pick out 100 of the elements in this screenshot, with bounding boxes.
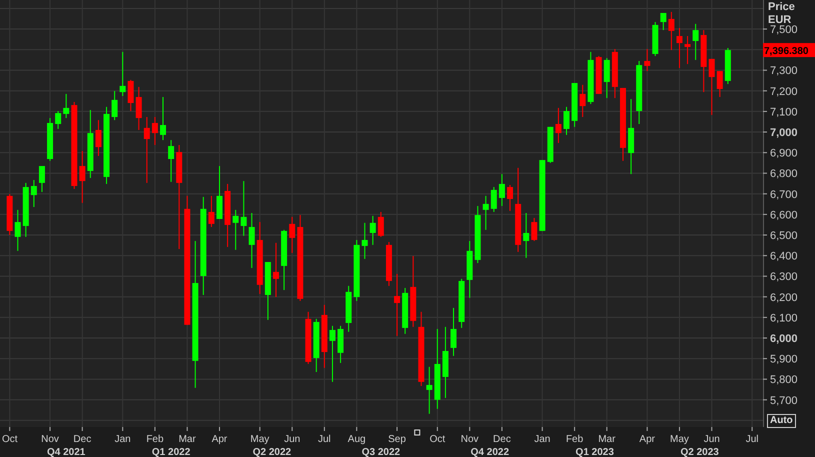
candlestick <box>289 216 296 254</box>
candlestick <box>264 262 271 320</box>
candlestick <box>523 212 530 258</box>
price-axis-label: 6,000 <box>770 333 798 346</box>
quarter-label: Q1 2022 <box>152 447 190 457</box>
candlestick <box>354 239 360 302</box>
price-axis-label: 7,200 <box>770 86 798 98</box>
candlestick <box>700 30 707 93</box>
month-axis-label: Feb <box>566 434 584 445</box>
candlestick <box>410 256 416 328</box>
candlestick <box>112 90 118 121</box>
candlestick <box>466 240 473 298</box>
candlestick <box>572 82 578 128</box>
auto-scale-button[interactable]: Auto <box>767 414 796 428</box>
candlestick <box>152 116 158 146</box>
candlestick <box>313 318 320 372</box>
month-axis-label: Dec <box>493 434 511 445</box>
month-axis-label: Nov <box>41 434 59 445</box>
candlestick <box>136 86 142 130</box>
price-axis-label: 6,400 <box>770 250 798 263</box>
candlestick <box>684 36 691 65</box>
quarter-label: Q3 2022 <box>362 447 400 457</box>
month-axis-label: Sep <box>388 434 406 445</box>
candlestick <box>120 51 126 96</box>
candlestick <box>63 93 70 119</box>
candlestick <box>38 166 45 192</box>
candlestick <box>555 107 562 144</box>
candlestick <box>208 195 214 228</box>
candlestick <box>588 51 594 105</box>
candlestick <box>144 116 150 184</box>
candlestick <box>346 285 352 332</box>
candlestick <box>79 150 86 204</box>
last-price-tag: 7,396.380 <box>763 43 815 58</box>
price-axis-label: 6,600 <box>770 209 798 222</box>
candlestick <box>55 110 62 130</box>
month-axis-label: Oct <box>2 434 18 445</box>
candlestick <box>458 278 465 328</box>
candlestick <box>216 166 222 220</box>
candlestick <box>450 307 457 356</box>
candlestick <box>30 180 37 208</box>
candlestick <box>6 194 13 236</box>
price-axis-label: 6,800 <box>770 168 798 180</box>
price-axis-label: 6,100 <box>770 312 798 324</box>
month-axis-label: Feb <box>146 434 164 445</box>
quarter-label: Q2 2023 <box>680 447 719 457</box>
month-axis-label: Jun <box>704 434 720 445</box>
candlestick <box>168 140 174 182</box>
candlestick <box>716 70 723 98</box>
candlestick <box>22 182 29 238</box>
quarter-label: Q2 2022 <box>252 447 292 457</box>
price-axis-label: 7,100 <box>770 106 798 118</box>
candlestick <box>426 366 432 414</box>
candlestick <box>232 209 239 250</box>
price-axis-label: 6,700 <box>770 188 798 201</box>
candlestick <box>362 222 368 260</box>
candlestick <box>87 110 94 178</box>
month-axis-label: May <box>670 434 689 445</box>
candlestick <box>474 205 481 264</box>
month-axis-label: Jan <box>534 434 550 445</box>
candlestick <box>482 195 489 230</box>
quarter-label: Q1 2023 <box>576 447 614 457</box>
month-axis-label: Oct <box>430 434 446 445</box>
month-axis-label: Jun <box>284 434 300 445</box>
candlestick <box>498 174 505 206</box>
candlestick <box>507 184 513 212</box>
candlestick <box>580 84 586 118</box>
candlestick <box>338 325 344 364</box>
month-axis-label: Mar <box>178 434 196 445</box>
month-axis-label: Aug <box>348 434 366 445</box>
candlestick <box>329 325 336 382</box>
candlestick <box>644 48 650 72</box>
candlestick <box>708 58 715 116</box>
month-axis-label: Apr <box>639 434 655 445</box>
candlestick <box>370 215 376 246</box>
price-axis-label: 6,900 <box>770 148 798 160</box>
candlestick <box>281 229 288 291</box>
price-axis-label: 5,800 <box>770 374 798 386</box>
month-axis-label: Jul <box>318 434 331 445</box>
candlestick <box>668 11 674 51</box>
currency-label: EUR <box>768 14 792 26</box>
candlestick <box>14 209 21 252</box>
candlestick <box>224 183 231 248</box>
price-axis-label: 7,500 <box>770 24 798 36</box>
candlestick <box>692 23 699 60</box>
candlestick <box>378 211 384 238</box>
candlestick <box>676 28 682 68</box>
month-axis-label: Jan <box>114 434 131 445</box>
candlestick <box>160 96 166 141</box>
candlestick <box>660 12 666 31</box>
candlestick <box>636 60 642 124</box>
candlestick <box>272 242 279 298</box>
month-axis-label: Apr <box>212 434 228 445</box>
candlestick <box>321 304 328 368</box>
candlestick <box>531 217 538 242</box>
price-axis-label: 6,300 <box>770 271 798 284</box>
candlestick <box>47 118 54 162</box>
quarter-label: Q4 2022 <box>470 447 510 457</box>
square-icon <box>414 430 420 436</box>
candlestick <box>394 273 400 336</box>
quarter-label: Q4 2021 <box>46 447 86 457</box>
